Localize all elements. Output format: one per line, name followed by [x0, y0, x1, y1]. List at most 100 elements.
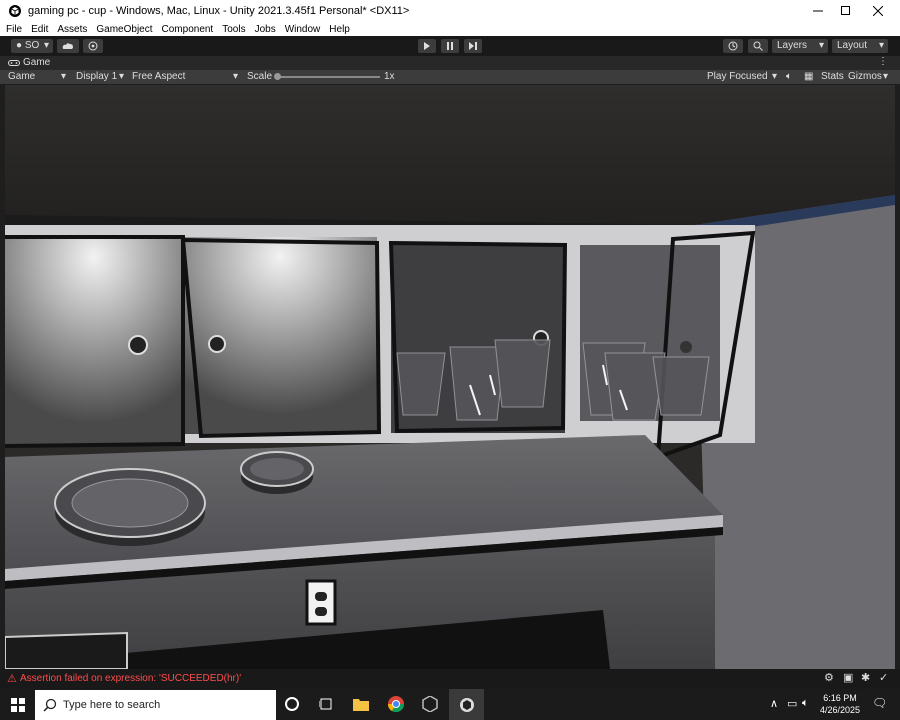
windows-logo-icon — [10, 697, 25, 712]
close-button[interactable] — [855, 0, 900, 22]
cloud-button[interactable] — [57, 39, 79, 53]
console-status-bar[interactable]: ⚠ Assertion failed on expression: 'SUCCE… — [0, 669, 900, 689]
unity-hub-button[interactable] — [422, 695, 438, 715]
main-toolbar: ● SO ▾ Layers ▾ Layout ▾ — [0, 36, 900, 56]
stats-button[interactable]: Stats — [821, 71, 844, 82]
chevron-down-icon: ▾ — [883, 71, 889, 82]
menu-file[interactable]: File — [6, 24, 22, 35]
menu-component[interactable]: Component — [162, 24, 214, 35]
aspect-dropdown[interactable]: Free Aspect — [132, 71, 185, 82]
aspect-label: Free Aspect — [132, 71, 186, 82]
chevron-down-icon: ▾ — [878, 40, 884, 51]
chrome-button[interactable] — [387, 696, 405, 715]
taskbar-search-box[interactable]: Type here to search — [35, 690, 276, 720]
notifications-icon[interactable]: 🗨︎ — [872, 696, 887, 710]
taskbar-clock[interactable]: 6:16 PM 4/26/2025 — [818, 692, 862, 716]
menu-tools[interactable]: Tools — [222, 24, 245, 35]
maximize-icon — [841, 6, 850, 15]
chevron-down-icon: ▾ — [772, 71, 778, 82]
step-button[interactable] — [464, 39, 482, 53]
volume-icon[interactable]: 🔈︎ — [802, 697, 809, 710]
play-icon — [424, 42, 430, 50]
chevron-down-icon: ▾ — [43, 40, 49, 51]
chevron-down-icon: ▾ — [119, 71, 125, 82]
menu-bar: File Edit Assets GameObject Component To… — [0, 22, 900, 36]
menu-edit[interactable]: Edit — [31, 24, 48, 35]
layout-label: Layout — [837, 40, 868, 51]
unity-icon — [459, 697, 474, 712]
play-focused-label: Play Focused — [707, 71, 768, 82]
folder-icon — [353, 699, 369, 711]
collab-icon — [88, 41, 98, 51]
menu-jobs[interactable]: Jobs — [255, 24, 276, 35]
game-mode-dropdown[interactable]: Game — [8, 71, 35, 82]
scale-label: Scale — [247, 71, 273, 82]
search-button[interactable] — [748, 39, 768, 53]
cortana-button[interactable] — [285, 697, 299, 711]
account-dropdown[interactable]: ● SO ▾ — [11, 39, 53, 53]
unity-editor-button[interactable] — [449, 689, 484, 720]
layout-dropdown[interactable]: Layout ▾ — [832, 39, 888, 53]
menu-gameobject[interactable]: GameObject — [96, 24, 152, 35]
account-icon: ● — [16, 40, 23, 51]
network-icon[interactable]: ▭ — [787, 697, 797, 710]
pause-icon — [447, 42, 453, 50]
start-button[interactable] — [0, 689, 35, 720]
chevron-down-icon: ▾ — [233, 71, 239, 82]
minimize-icon — [813, 10, 823, 12]
task-view-button[interactable] — [318, 697, 333, 714]
bug-icon[interactable]: ✱ — [861, 671, 870, 684]
gizmos-button[interactable]: Gizmos — [848, 71, 882, 82]
play-button[interactable] — [418, 39, 436, 53]
scene-render — [5, 85, 895, 669]
windows-taskbar: Type here to search ∧ ▭ 🔈︎ 6:16 PM 4/26/… — [0, 689, 900, 720]
search-icon — [43, 698, 57, 712]
collab-button[interactable] — [83, 39, 103, 53]
chevron-down-icon: ▾ — [818, 40, 824, 51]
game-tab-bar: Game ⋮ — [0, 56, 900, 70]
unity-hub-icon — [422, 695, 438, 713]
display-label: Display 1 — [76, 71, 118, 82]
file-explorer-button[interactable] — [353, 697, 369, 714]
search-icon — [753, 41, 763, 51]
layers-label: Layers — [777, 40, 808, 51]
account-label: SO — [24, 40, 40, 51]
window-title: gaming pc - cup - Windows, Mac, Linux - … — [28, 5, 410, 17]
menu-window[interactable]: Window — [285, 24, 321, 35]
layers-dropdown[interactable]: Layers ▾ — [772, 39, 828, 53]
search-placeholder: Type here to search — [63, 699, 161, 711]
menu-assets[interactable]: Assets — [57, 24, 87, 35]
scale-slider[interactable] — [274, 73, 380, 80]
debug-icon[interactable]: ⚙ — [824, 671, 834, 684]
cloud-icon — [62, 43, 73, 49]
unity-icon — [9, 5, 21, 17]
game-mode-label: Game — [8, 71, 36, 82]
clock-time: 6:16 PM — [823, 693, 857, 703]
clock-date: 4/26/2025 — [819, 705, 861, 715]
history-icon — [728, 41, 738, 51]
step-icon — [468, 42, 477, 50]
progress-icon[interactable]: ▣ — [843, 671, 853, 684]
stats-grid-icon: ▦ — [804, 71, 814, 82]
check-icon[interactable]: ✓ — [879, 671, 888, 684]
show-hidden-icons[interactable]: ∧ — [770, 697, 778, 710]
pause-button[interactable] — [441, 39, 459, 53]
scale-slider-handle[interactable] — [274, 73, 281, 80]
tab-game-label: Game — [23, 57, 51, 68]
chrome-icon — [387, 696, 405, 713]
display-dropdown[interactable]: Display 1 — [76, 71, 117, 82]
console-error-message[interactable]: Assertion failed on expression: 'SUCCEED… — [20, 673, 241, 684]
play-focused-dropdown[interactable]: Play Focused — [707, 71, 768, 82]
scale-value: 1x — [384, 71, 395, 82]
game-viewport[interactable] — [5, 85, 895, 669]
chevron-down-icon: ▾ — [61, 71, 67, 82]
more-options-icon[interactable]: ⋮ — [878, 56, 888, 67]
game-view-toolbar: Game ▾ Display 1 ▾ Free Aspect ▾ Scale 1… — [0, 70, 900, 84]
close-icon — [873, 6, 883, 16]
audio-mute-icon[interactable]: 🔈︎ — [786, 71, 792, 82]
title-bar: gaming pc - cup - Windows, Mac, Linux - … — [0, 0, 900, 22]
menu-help[interactable]: Help — [329, 24, 350, 35]
tab-game[interactable]: Game — [8, 57, 50, 68]
gamepad-icon — [8, 59, 20, 66]
history-button[interactable] — [723, 39, 743, 53]
